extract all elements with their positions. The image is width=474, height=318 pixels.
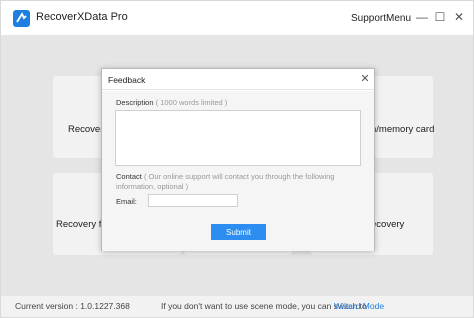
title-bar: RecoverXData Pro Support Menu — ☐ ✕ bbox=[1, 1, 473, 35]
recoverxdata-logo-icon bbox=[13, 10, 30, 27]
description-label-text: Description bbox=[116, 98, 154, 107]
dialog-title: Feedback bbox=[108, 75, 146, 85]
dialog-close-icon[interactable]: ✕ bbox=[359, 72, 371, 86]
version-label: Current version : 1.0.1227.368 bbox=[15, 301, 130, 311]
description-textarea[interactable] bbox=[115, 110, 361, 166]
submit-button[interactable]: Submit bbox=[211, 224, 266, 240]
window-close-icon[interactable]: ✕ bbox=[452, 9, 466, 25]
description-label: Description ( 1000 words limited ) bbox=[116, 98, 227, 107]
app-title: RecoverXData Pro bbox=[36, 11, 128, 23]
app-window: RecoverXData Pro Support Menu — ☐ ✕ Reco… bbox=[0, 0, 474, 318]
email-field[interactable] bbox=[148, 194, 238, 207]
support-link[interactable]: Support bbox=[351, 13, 386, 24]
wizard-mode-link[interactable]: Wizard Mode bbox=[334, 301, 384, 311]
contact-label: Contact ( Our online support will contac… bbox=[116, 172, 356, 192]
dialog-body: Description ( 1000 words limited ) Conta… bbox=[102, 91, 374, 251]
menu-button[interactable]: Menu bbox=[386, 13, 411, 24]
description-limit-note: ( 1000 words limited ) bbox=[153, 98, 228, 107]
email-label: Email: bbox=[116, 197, 137, 206]
feedback-dialog: Feedback ✕ Description ( 1000 words limi… bbox=[101, 68, 375, 251]
minimize-icon[interactable]: — bbox=[415, 9, 429, 25]
status-bar: Current version : 1.0.1227.368 If you do… bbox=[1, 295, 473, 317]
maximize-icon[interactable]: ☐ bbox=[433, 9, 447, 25]
contact-note: ( Our online support will contact you th… bbox=[116, 172, 335, 191]
contact-label-text: Contact bbox=[116, 172, 142, 181]
dialog-header: Feedback ✕ bbox=[102, 69, 374, 90]
